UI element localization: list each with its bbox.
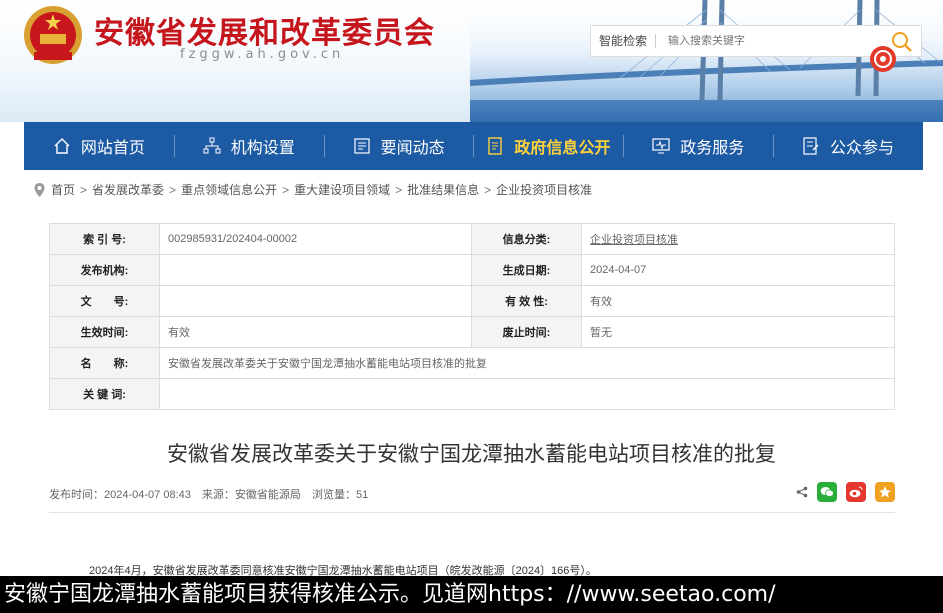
name-label: 名 称: bbox=[49, 347, 160, 379]
breadcrumb-item[interactable]: 企业投资项目核准 bbox=[496, 181, 592, 198]
accessibility-badge-icon[interactable] bbox=[868, 44, 898, 74]
org-chart-icon bbox=[203, 137, 221, 154]
home-icon bbox=[54, 138, 70, 154]
search-input[interactable] bbox=[656, 35, 857, 47]
effective-time-label: 生效时间: bbox=[49, 316, 160, 348]
nav-item-news[interactable]: 要闻动态 bbox=[323, 122, 474, 170]
nav-item-label: 网站首页 bbox=[80, 140, 145, 157]
table-row: 索 引 号: 002985931/202404-00002 信息分类: 企业投资… bbox=[49, 223, 895, 255]
index-label: 索 引 号: bbox=[49, 223, 160, 255]
table-row: 关 键 词: bbox=[49, 378, 895, 410]
date-value: 2024-04-07 bbox=[581, 254, 895, 286]
site-domain: fzggw.ah.gov.cn bbox=[180, 47, 345, 62]
nav-item-participation[interactable]: 公众参与 bbox=[773, 122, 923, 170]
star-icon bbox=[879, 486, 891, 498]
breadcrumb-item[interactable]: 批准结果信息 bbox=[407, 181, 479, 198]
date-label: 生成日期: bbox=[471, 254, 582, 286]
nav-item-label: 政务服务 bbox=[680, 140, 745, 157]
national-emblem-icon bbox=[24, 6, 82, 64]
keywords-value bbox=[159, 378, 895, 410]
breadcrumb-item[interactable]: 重大建设项目领域 bbox=[294, 181, 390, 198]
monitor-icon bbox=[652, 138, 670, 154]
table-row: 生效时间: 有效 废止时间: 暂无 bbox=[49, 316, 895, 348]
doc-number-value bbox=[159, 285, 472, 317]
breadcrumb-item[interactable]: 重点领域信息公开 bbox=[181, 181, 277, 198]
category-label: 信息分类: bbox=[471, 223, 582, 255]
wechat-share-button[interactable] bbox=[817, 482, 837, 502]
video-caption-overlay: 安徽宁国龙潭抽水蓄能项目获得核准公示。见道网https：//www.seetao… bbox=[0, 576, 943, 613]
breadcrumb-item[interactable]: 省发展改革委 bbox=[92, 181, 164, 198]
breadcrumb: 首页 > 省发展改革委 > 重点领域信息公开 > 重大建设项目领域 > 批准结果信息 > … bbox=[34, 181, 592, 198]
location-pin-icon bbox=[34, 182, 45, 197]
validity-label: 有 效 性: bbox=[471, 285, 582, 317]
keywords-label: 关 键 词: bbox=[49, 378, 160, 410]
document-icon bbox=[488, 137, 503, 155]
weibo-icon bbox=[849, 486, 863, 498]
share-bar bbox=[796, 482, 895, 502]
nav-item-label: 要闻动态 bbox=[380, 140, 445, 157]
publish-time: 发布时间：2024-04-07 08:43 bbox=[49, 489, 191, 501]
publisher-label: 发布机构: bbox=[49, 254, 160, 286]
breadcrumb-separator: > bbox=[395, 182, 403, 197]
category-link[interactable]: 企业投资项目核准 bbox=[590, 234, 678, 246]
main-nav: 网站首页 机构设置 要闻动态 政府信息公开 政务服务 公众参与 bbox=[24, 122, 923, 170]
table-row: 发布机构: 生成日期: 2024-04-07 bbox=[49, 254, 895, 286]
article-title: 安徽省发展改革委关于安徽宁国龙潭抽水蓄能电站项目核准的批复 bbox=[167, 443, 776, 466]
news-icon bbox=[353, 138, 370, 154]
nav-item-gov-info[interactable]: 政府信息公开 bbox=[473, 122, 623, 170]
form-icon bbox=[803, 137, 819, 155]
abolish-time-label: 废止时间: bbox=[471, 316, 582, 348]
doc-number-label: 文 号: bbox=[49, 285, 160, 317]
table-row: 文 号: 有 效 性: 有效 bbox=[49, 285, 895, 317]
article-meta: 发布时间：2024-04-07 08:43 来源：安徽省能源局 浏览量：51 bbox=[49, 486, 376, 502]
table-row: 名 称: 安徽省发展改革委关于安徽宁国龙潭抽水蓄能电站项目核准的批复 bbox=[49, 347, 895, 379]
breadcrumb-separator: > bbox=[484, 182, 492, 197]
wechat-icon bbox=[820, 487, 834, 497]
effective-time-value: 有效 bbox=[159, 316, 472, 348]
breadcrumb-item[interactable]: 首页 bbox=[51, 181, 75, 198]
nav-item-organization[interactable]: 机构设置 bbox=[173, 122, 324, 170]
breadcrumb-separator: > bbox=[169, 182, 177, 197]
divider bbox=[49, 512, 895, 513]
breadcrumb-separator: > bbox=[80, 182, 88, 197]
share-icon[interactable] bbox=[796, 486, 808, 498]
validity-value: 有效 bbox=[581, 285, 895, 317]
view-count: 浏览量：51 bbox=[311, 489, 369, 501]
abolish-time-value: 暂无 bbox=[581, 316, 895, 348]
index-value: 002985931/202404-00002 bbox=[159, 223, 472, 255]
favorite-button[interactable] bbox=[875, 482, 895, 502]
name-value: 安徽省发展改革委关于安徽宁国龙潭抽水蓄能电站项目核准的批复 bbox=[159, 347, 895, 379]
article-source: 来源：安徽省能源局 bbox=[201, 489, 301, 501]
nav-item-home[interactable]: 网站首页 bbox=[24, 122, 174, 170]
breadcrumb-separator: > bbox=[282, 182, 290, 197]
document-info-table: 索 引 号: 002985931/202404-00002 信息分类: 企业投资… bbox=[49, 223, 895, 410]
publisher-value bbox=[159, 254, 472, 286]
nav-item-label: 机构设置 bbox=[230, 140, 295, 157]
category-value: 企业投资项目核准 bbox=[581, 223, 895, 255]
nav-item-label: 公众参与 bbox=[830, 140, 895, 157]
weibo-share-button[interactable] bbox=[846, 482, 866, 502]
site-title[interactable]: 安徽省发展和改革委员会 bbox=[94, 8, 435, 52]
nav-item-label: 政府信息公开 bbox=[514, 140, 611, 157]
nav-item-services[interactable]: 政务服务 bbox=[623, 122, 773, 170]
site-header: 安徽省发展和改革委员会 fzggw.ah.gov.cn 智能检索 bbox=[0, 0, 943, 122]
search-scope-label[interactable]: 智能检索 bbox=[591, 34, 657, 48]
